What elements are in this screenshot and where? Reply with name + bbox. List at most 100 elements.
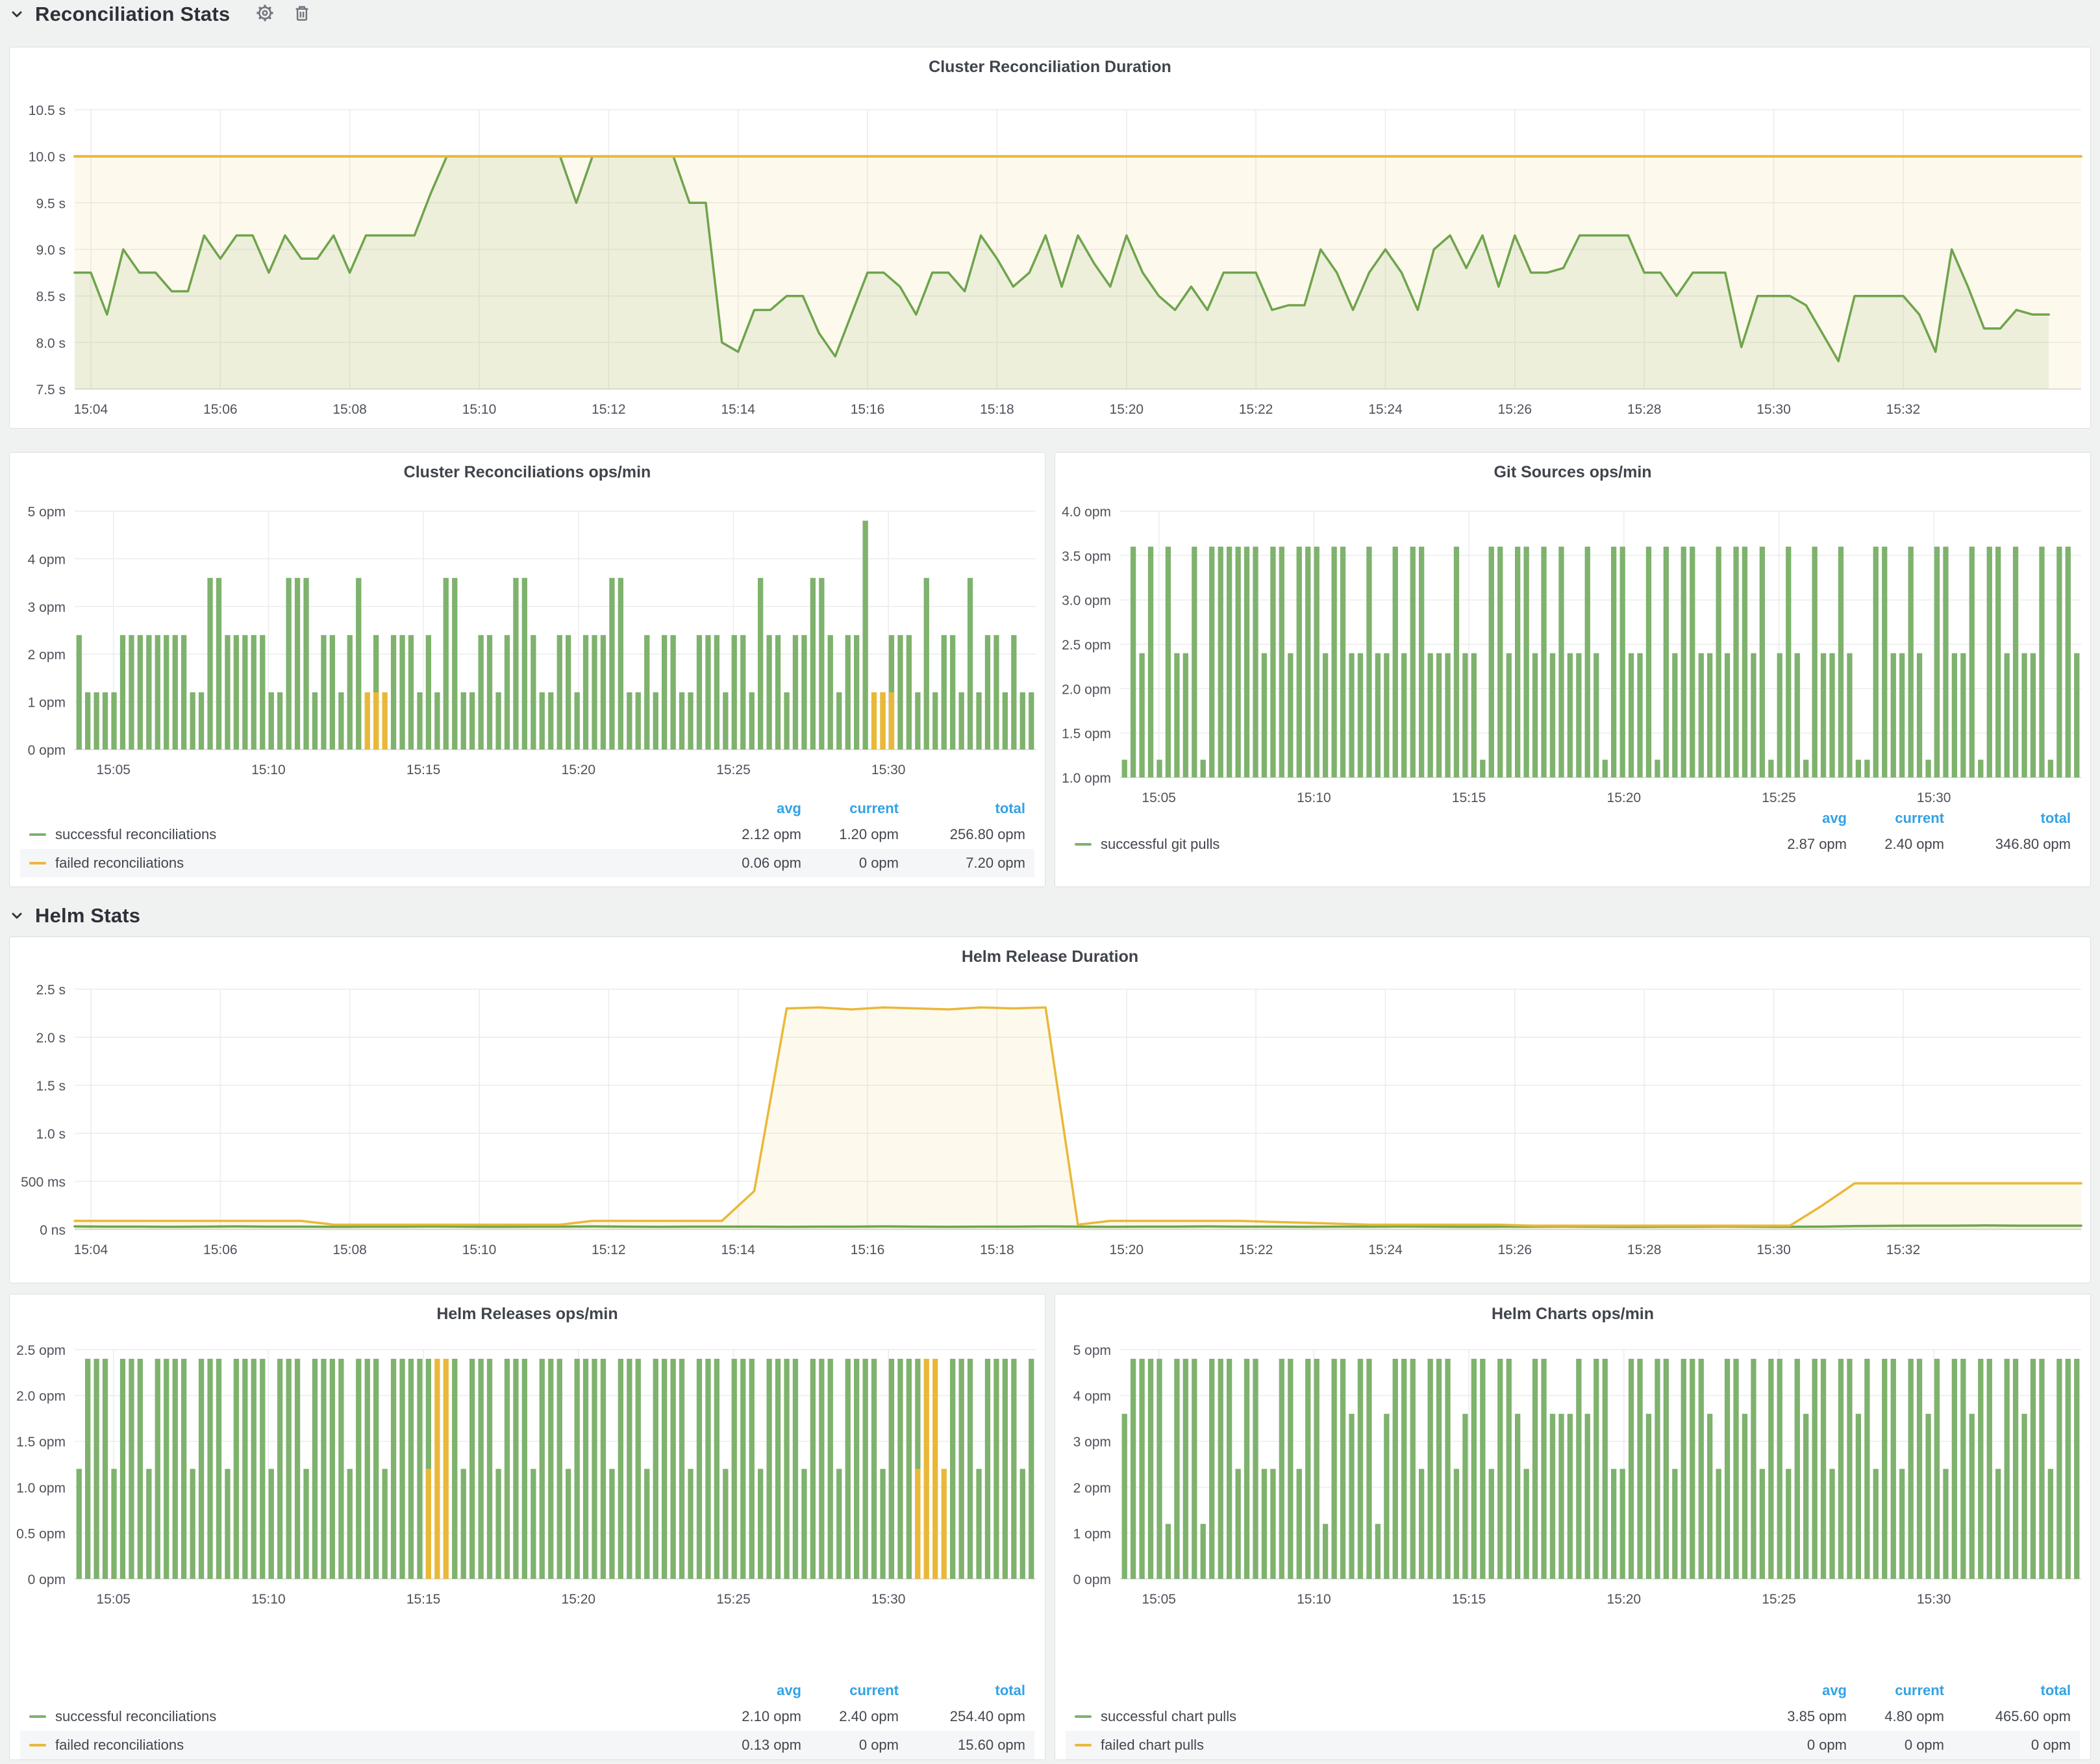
svg-text:3.0 opm: 3.0 opm — [1062, 594, 1111, 609]
panel-cluster-reconciliations-opm: Cluster Reconciliations ops/min 15:0515:… — [9, 452, 1045, 887]
series-swatch-icon — [1075, 1744, 1092, 1746]
legend-stats-header: avgcurrenttotal — [1066, 1679, 2080, 1702]
series-swatch-icon — [29, 1744, 46, 1746]
svg-text:15:25: 15:25 — [716, 1592, 751, 1607]
svg-text:15:20: 15:20 — [562, 1592, 596, 1607]
svg-text:2.0 opm: 2.0 opm — [1062, 682, 1111, 697]
svg-text:15:18: 15:18 — [980, 1242, 1014, 1257]
legend-col-avg[interactable]: avg — [704, 800, 801, 817]
svg-text:2.0 opm: 2.0 opm — [16, 1389, 66, 1404]
series-label[interactable]: failed reconciliations — [55, 855, 184, 872]
svg-text:8.5 s: 8.5 s — [36, 290, 66, 305]
svg-text:1.0 opm: 1.0 opm — [16, 1481, 66, 1496]
legend-row: successful git pulls2.87 opm2.40 opm346.… — [1066, 830, 2080, 859]
svg-text:0 opm: 0 opm — [1073, 1572, 1111, 1587]
svg-text:15:08: 15:08 — [332, 402, 367, 417]
series-swatch-icon — [29, 833, 46, 836]
svg-text:15:05: 15:05 — [96, 762, 131, 777]
svg-text:15:24: 15:24 — [1368, 1242, 1403, 1257]
legend-col-avg[interactable]: avg — [704, 1682, 801, 1699]
legend-row: failed reconciliations0.13 opm0 opm15.60… — [20, 1731, 1034, 1759]
svg-text:15:18: 15:18 — [980, 402, 1014, 417]
helm-release-duration-chart[interactable]: 15:0415:0615:0815:1015:1215:1415:1615:18… — [10, 937, 2092, 1284]
svg-text:15:15: 15:15 — [1452, 790, 1486, 805]
series-label[interactable]: successful reconciliations — [55, 1708, 216, 1725]
series-label[interactable]: failed chart pulls — [1101, 1737, 1204, 1754]
legend-col-current[interactable]: current — [801, 800, 899, 817]
legend-col-total[interactable]: total — [899, 800, 1025, 817]
stat-value: 0.06 opm — [704, 855, 801, 872]
legend-row: failed reconciliations0.06 opm0 opm7.20 … — [20, 849, 1034, 877]
svg-text:7.5 s: 7.5 s — [36, 383, 66, 397]
section-title[interactable]: Reconciliation Stats — [35, 3, 230, 26]
section-title[interactable]: Helm Stats — [35, 904, 140, 927]
svg-text:15:14: 15:14 — [721, 402, 755, 417]
svg-text:2 opm: 2 opm — [1073, 1481, 1111, 1496]
svg-text:0 opm: 0 opm — [28, 743, 66, 758]
stat-value: 1.20 opm — [801, 826, 899, 843]
svg-text:15:32: 15:32 — [1886, 402, 1921, 417]
svg-text:15:25: 15:25 — [1762, 790, 1796, 805]
legend-col-current[interactable]: current — [1847, 1682, 1944, 1699]
svg-text:15:12: 15:12 — [592, 1242, 626, 1257]
stat-value: 2.12 opm — [704, 826, 801, 843]
svg-text:15:15: 15:15 — [1452, 1592, 1486, 1607]
cluster-reconciliation-duration-chart[interactable]: 15:0415:0615:0815:1015:1215:1415:1615:18… — [10, 47, 2092, 429]
svg-text:15:30: 15:30 — [1756, 402, 1791, 417]
series-label[interactable]: successful chart pulls — [1101, 1708, 1236, 1725]
trash-icon[interactable] — [292, 3, 312, 26]
legend: avgcurrenttotal successful reconciliation… — [20, 797, 1034, 877]
svg-text:2.0 s: 2.0 s — [36, 1031, 66, 1046]
stat-value: 4.80 opm — [1847, 1708, 1944, 1725]
svg-text:15:05: 15:05 — [1142, 790, 1176, 805]
series-label[interactable]: successful git pulls — [1101, 836, 1219, 853]
series-label[interactable]: failed reconciliations — [55, 1737, 184, 1754]
svg-text:3.5 opm: 3.5 opm — [1062, 549, 1111, 564]
svg-text:1 opm: 1 opm — [1073, 1526, 1111, 1541]
svg-text:1.5 opm: 1.5 opm — [16, 1435, 66, 1450]
svg-text:15:30: 15:30 — [871, 1592, 906, 1607]
svg-text:500 ms: 500 ms — [21, 1175, 66, 1190]
stat-value: 2.10 opm — [704, 1708, 801, 1725]
stat-value: 346.80 opm — [1944, 836, 2071, 853]
panel-helm-charts-opm: Helm Charts ops/min 15:0515:1015:1515:20… — [1055, 1294, 2091, 1760]
svg-text:15:25: 15:25 — [716, 762, 751, 777]
svg-text:15:30: 15:30 — [1917, 1592, 1951, 1607]
svg-text:2 opm: 2 opm — [28, 648, 66, 662]
svg-text:9.0 s: 9.0 s — [36, 243, 66, 258]
svg-text:4 opm: 4 opm — [1073, 1389, 1111, 1404]
panel-helm-release-duration: Helm Release Duration 15:0415:0615:0815:… — [9, 937, 2091, 1283]
svg-text:1 opm: 1 opm — [28, 696, 66, 711]
section-header-helm-stats: Helm Stats — [9, 901, 140, 930]
legend-col-current[interactable]: current — [1847, 810, 1944, 827]
legend-col-total[interactable]: total — [1944, 810, 2071, 827]
legend-row: successful reconciliations2.10 opm2.40 o… — [20, 1702, 1034, 1731]
series-label[interactable]: successful reconciliations — [55, 826, 216, 843]
chevron-down-icon[interactable] — [9, 6, 25, 22]
legend-col-total[interactable]: total — [899, 1682, 1025, 1699]
legend-col-total[interactable]: total — [1944, 1682, 2071, 1699]
chevron-down-icon[interactable] — [9, 908, 25, 924]
svg-text:4 opm: 4 opm — [28, 552, 66, 567]
svg-text:15:26: 15:26 — [1498, 1242, 1532, 1257]
svg-text:10.5 s: 10.5 s — [29, 103, 66, 118]
svg-text:0 opm: 0 opm — [28, 1572, 66, 1587]
legend-col-avg[interactable]: avg — [1749, 1682, 1847, 1699]
svg-text:15:20: 15:20 — [1607, 1592, 1642, 1607]
svg-text:3 opm: 3 opm — [28, 600, 66, 615]
svg-text:15:06: 15:06 — [203, 1242, 238, 1257]
svg-text:5 opm: 5 opm — [1073, 1343, 1111, 1358]
legend-stats-header: avgcurrenttotal — [20, 1679, 1034, 1702]
svg-text:8.0 s: 8.0 s — [36, 336, 66, 351]
svg-text:15:16: 15:16 — [851, 402, 885, 417]
svg-text:3 opm: 3 opm — [1073, 1435, 1111, 1450]
legend-row: successful chart pulls3.85 opm4.80 opm46… — [1066, 1702, 2080, 1731]
svg-text:10.0 s: 10.0 s — [29, 150, 66, 165]
gear-icon[interactable] — [255, 3, 275, 27]
svg-text:9.5 s: 9.5 s — [36, 196, 66, 211]
series-swatch-icon — [1075, 843, 1092, 846]
svg-text:15:28: 15:28 — [1627, 1242, 1662, 1257]
legend-col-avg[interactable]: avg — [1749, 810, 1847, 827]
section-header-reconciliation-stats: Reconciliation Stats — [9, 0, 312, 29]
legend-col-current[interactable]: current — [801, 1682, 899, 1699]
